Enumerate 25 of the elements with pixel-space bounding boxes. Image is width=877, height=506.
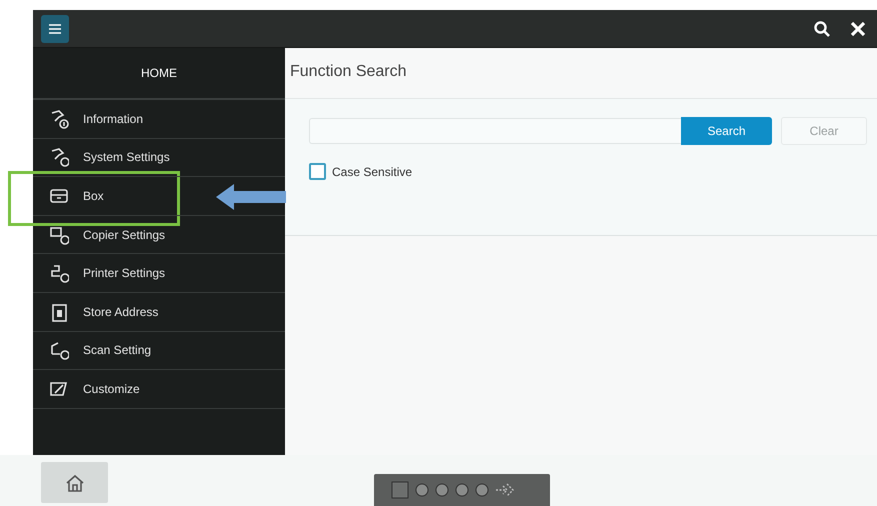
menu-item[interactable]: Customize — [33, 370, 285, 409]
menu-item[interactable]: Printer Settings — [33, 254, 285, 293]
device-gear-icon — [49, 224, 69, 245]
search-button[interactable]: Search — [681, 117, 772, 145]
indicator-icon — [435, 483, 449, 497]
checkbox[interactable] — [309, 163, 326, 180]
search-field[interactable] — [309, 118, 681, 144]
indicator-icon — [455, 483, 469, 497]
menu-item[interactable]: Store Address — [33, 292, 285, 332]
arrow-icon — [216, 183, 286, 212]
device-info-icon — [49, 108, 69, 129]
indicator-icon — [415, 483, 429, 497]
device-gear-icon — [49, 147, 69, 168]
device-gear-icon — [49, 340, 69, 360]
home-button[interactable] — [41, 462, 108, 503]
home-icon — [64, 474, 84, 492]
contact-card-icon — [49, 302, 69, 322]
device-gear-icon — [49, 263, 69, 284]
indicator-icon — [475, 483, 489, 497]
section-title: Function Search — [289, 62, 408, 82]
menu-item[interactable]: Copier Settings — [33, 216, 285, 254]
square-icon — [391, 481, 409, 499]
checkbox-label: Case Sensitive — [332, 164, 412, 178]
menu-button[interactable] — [41, 14, 69, 42]
menu-icon — [49, 24, 61, 34]
